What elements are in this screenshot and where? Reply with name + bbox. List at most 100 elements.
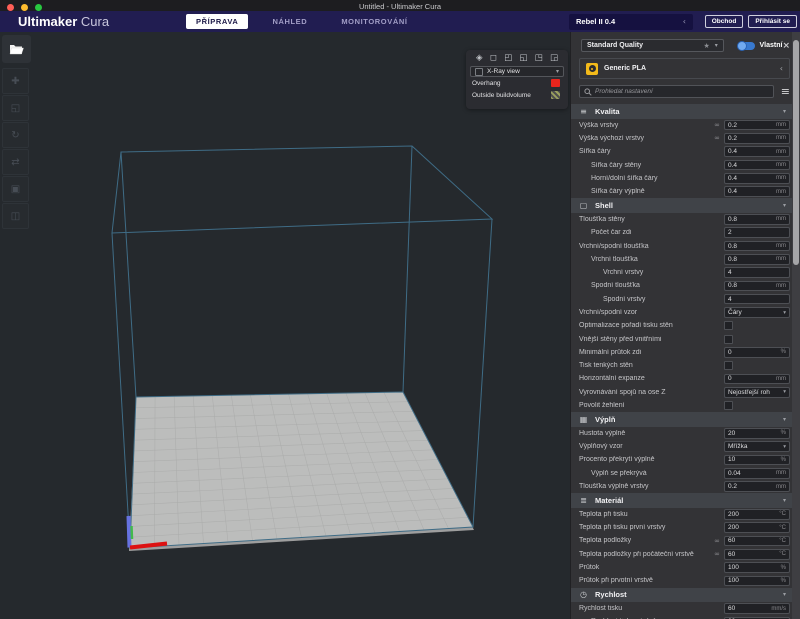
setting-input[interactable]: 10% (724, 455, 790, 466)
setting-input[interactable]: 100% (724, 576, 790, 587)
setting-label: Tloušťka výplně vrstvy (579, 483, 724, 490)
setting-checkbox[interactable] (724, 321, 733, 330)
setting-label: Teplota podložky (579, 537, 714, 544)
left-view-icon[interactable]: ◱ (519, 53, 527, 63)
mirror-tool-icon: ⇄ (11, 157, 19, 168)
setting-dropdown[interactable]: Nejostřejší roh▾ (724, 387, 790, 398)
setting-input[interactable]: 0.8mm (724, 214, 790, 225)
setting-row: Procento překrytí výplně10% (571, 453, 800, 466)
link-icon: ∞ (714, 134, 720, 142)
setting-input[interactable]: 0.2mm (724, 133, 790, 144)
chevron-down-icon: ▾ (715, 42, 718, 49)
rotate-tool-button[interactable]: ↻ (2, 122, 29, 148)
right-view-icon[interactable]: ◳ (535, 53, 543, 63)
bottom-view-icon[interactable]: ◲ (550, 53, 558, 63)
setting-input[interactable]: 0% (724, 347, 790, 358)
setting-row: Teplota při tisku200°C (571, 508, 800, 521)
app-header: Ultimaker Cura PŘÍPRAVA NÁHLED MONITOROV… (0, 11, 800, 32)
setting-label: Teplota při tisku první vrstvy (579, 524, 724, 531)
search-row: ≡ (579, 85, 790, 98)
setting-label: Procento překrytí výplně (579, 456, 724, 463)
setting-label: Spodní vrstvy (579, 296, 724, 303)
move-tool-button[interactable]: ✚ (2, 68, 29, 94)
sign-in-button[interactable]: Přihlásit se (748, 15, 797, 28)
layers-icon: ≡ (579, 107, 588, 116)
setting-input[interactable]: 4 (724, 294, 790, 305)
tool-panel: ✚◱↻ ⇄ ▣◫ (2, 68, 28, 230)
setting-input[interactable]: 20% (724, 428, 790, 439)
setting-row: Vrchní/spodní tloušťka0.8mm (571, 239, 800, 252)
setting-checkbox[interactable] (724, 361, 733, 370)
material-name: Generic PLA (604, 65, 780, 72)
per-model-settings-tool-button[interactable]: ▣ (2, 176, 29, 202)
setting-input[interactable]: 0.4mm (724, 173, 790, 184)
setting-input[interactable]: 0.4mm (724, 186, 790, 197)
setting-input[interactable]: 60°C (724, 536, 790, 547)
view-mode-dropdown[interactable]: X-Ray view ▾ (470, 66, 564, 77)
setting-label: Výška výchozí vrstvy (579, 135, 714, 142)
search-input[interactable] (595, 88, 769, 95)
setting-input[interactable]: 0.2mm (724, 481, 790, 492)
material-selector[interactable]: Generic PLA ‹ (579, 58, 790, 79)
tab-preview[interactable]: NÁHLED (262, 14, 317, 29)
setting-input[interactable]: 0.4mm (724, 160, 790, 171)
settings-scrollbar[interactable] (792, 32, 800, 619)
section-header-material[interactable]: ≣Materiál▾ (571, 493, 792, 508)
tab-monitor[interactable]: MONITOROVÁNÍ (331, 14, 417, 29)
printer-selector[interactable]: Rebel II 0.4 ‹ (569, 14, 693, 30)
setting-input[interactable]: 0.8mm (724, 281, 790, 292)
setting-label: Povolit žehlení (579, 402, 724, 409)
setting-row: Teplota podložky při počáteční vrstvě∞60… (571, 548, 800, 561)
setting-checkbox[interactable] (724, 335, 733, 344)
section-header-vypln[interactable]: ▦Výplň▾ (571, 412, 792, 427)
open-file-button[interactable] (2, 35, 31, 63)
header-actions: Obchod Přihlásit se (705, 15, 797, 28)
setting-input[interactable]: 0.04mm (724, 468, 790, 479)
chevron-down-icon: ▾ (783, 310, 786, 316)
setting-row: Tloušťka stěny0.8mm (571, 213, 800, 226)
setting-input[interactable]: 60mm/s (724, 603, 790, 614)
quality-preset-dropdown[interactable]: Standard Quality ★ ▾ (581, 39, 724, 52)
setting-label: Vyrovnávání spojů na ose Z (579, 389, 724, 396)
section-header-shell[interactable]: ▢Shell▾ (571, 198, 792, 213)
setting-label: Výplňový vzor (579, 443, 724, 450)
mirror-tool-button[interactable]: ⇄ (2, 149, 29, 175)
3d-view-icon[interactable]: ◈ (476, 53, 483, 63)
setting-label: Průtok při prvotní vrstvě (579, 577, 724, 584)
scrollbar-thumb[interactable] (793, 40, 799, 265)
section-header-kvalita[interactable]: ≡Kvalita▾ (571, 104, 792, 119)
setting-input[interactable]: 0.8mm (724, 254, 790, 265)
z-axis-indicator (129, 516, 130, 548)
custom-settings-toggle[interactable] (738, 42, 755, 50)
setting-row: Vnější stěny před vnitřními (571, 332, 800, 345)
setting-row: Průtok při prvotní vrstvě100% (571, 574, 800, 587)
setting-input[interactable]: 0.2mm (724, 120, 790, 131)
setting-input[interactable]: 200°C (724, 522, 790, 533)
tab-prepare[interactable]: PŘÍPRAVA (186, 14, 248, 29)
setting-dropdown[interactable]: Mřížka▾ (724, 441, 790, 452)
setting-checkbox[interactable] (724, 401, 733, 410)
setting-input[interactable]: 100% (724, 562, 790, 573)
settings-menu-icon[interactable]: ≡ (781, 86, 790, 97)
setting-input[interactable]: 0.4mm (724, 146, 790, 157)
setting-input[interactable]: 2 (724, 227, 790, 238)
support-blocker-tool-button[interactable]: ◫ (2, 203, 29, 229)
chevron-down-icon: ▾ (783, 389, 786, 395)
setting-input[interactable]: 0mm (724, 374, 790, 385)
section-header-rychlost[interactable]: ◷Rychlost▾ (571, 588, 792, 603)
marketplace-button[interactable]: Obchod (705, 15, 744, 28)
close-icon[interactable]: × (782, 41, 790, 51)
scale-tool-button[interactable]: ◱ (2, 95, 29, 121)
setting-label: Vnější stěny před vnitřními (579, 336, 724, 343)
setting-input[interactable]: 4 (724, 267, 790, 278)
setting-label: Vrchní vrstvy (579, 269, 724, 276)
setting-input[interactable]: 60°C (724, 549, 790, 560)
setting-label: Počet čar zdi (579, 229, 724, 236)
chevron-down-icon: ▾ (556, 68, 559, 75)
setting-dropdown[interactable]: Čáry▾ (724, 307, 790, 318)
setting-input[interactable]: 0.8mm (724, 241, 790, 252)
setting-label: Šířka čáry stěny (579, 162, 724, 169)
top-view-icon[interactable]: ◰ (504, 53, 512, 63)
front-view-icon[interactable]: ◻ (490, 53, 497, 63)
setting-input[interactable]: 200°C (724, 509, 790, 520)
